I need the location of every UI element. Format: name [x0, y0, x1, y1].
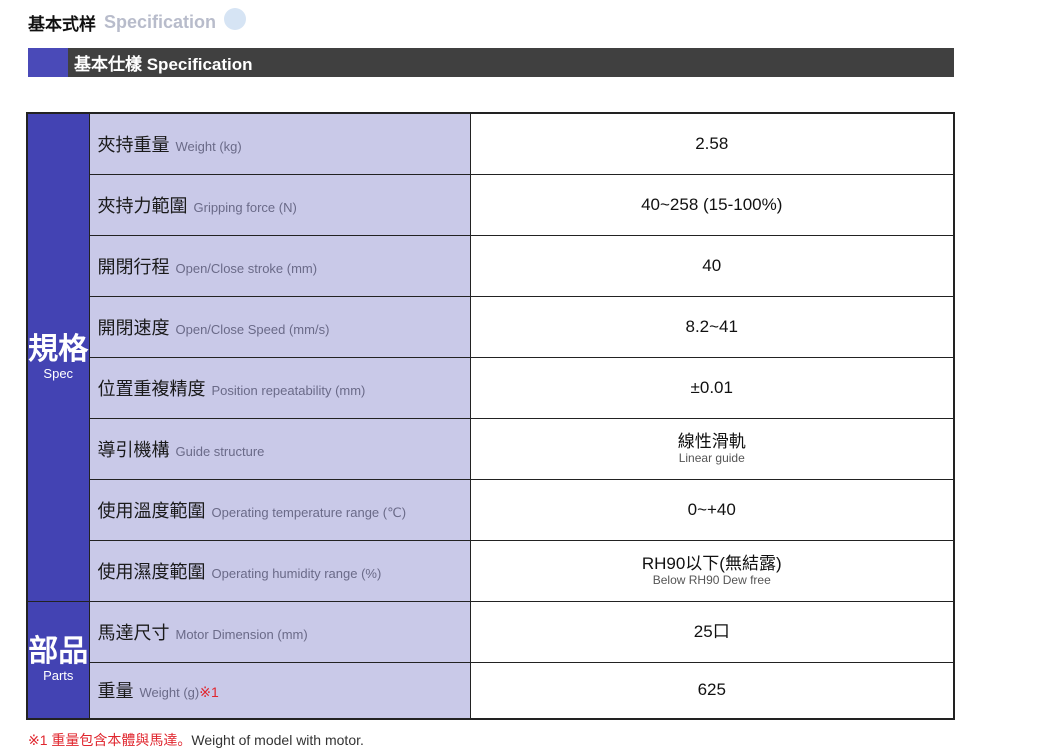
row-value-main: 25口: [693, 621, 730, 641]
page-heading-en: Specification: [104, 11, 217, 32]
row-label-en: Weight (g): [139, 685, 200, 701]
row-value: 線性滑軌 Linear guide: [469, 417, 955, 480]
footnote-zh: ※1 重量包含本體與馬達。: [28, 732, 192, 748]
footnote: ※1 重量包含本體與馬達。Weight of model with motor.: [28, 730, 364, 750]
row-label-en: Weight (kg): [175, 138, 242, 154]
row-label-zh: 馬達尺寸: [97, 622, 170, 643]
table-row: 開閉速度 Open/Close Speed (mm/s) 8.2~41: [27, 295, 955, 358]
table-row: 部品 Parts 馬達尺寸 Motor Dimension (mm) 25口: [26, 600, 955, 720]
row-value: 8.2~41: [469, 295, 955, 358]
row-value: 0~+40: [469, 478, 955, 541]
row-label: 位置重複精度 Position repeatability (mm): [88, 356, 471, 419]
table-row: 使用濕度範圍 Operating humidity range (%) RH90以…: [27, 539, 955, 602]
row-value-main: 線性滑軌: [677, 432, 746, 451]
row-value-main: 2.58: [695, 133, 729, 153]
row-label-zh: 開閉行程: [97, 256, 170, 277]
section-spec-en: Spec: [43, 365, 74, 381]
heading-dot-icon: [224, 8, 247, 30]
row-label: 使用溫度範圍 Operating temperature range (℃): [88, 478, 471, 541]
row-value: 25口: [469, 600, 955, 663]
row-label-en: Guide structure: [175, 443, 265, 459]
row-label-zh: 夾持重量: [97, 134, 170, 155]
table-row: 位置重複精度 Position repeatability (mm) ±0.01: [27, 356, 955, 419]
row-label-zh: 使用溫度範圍: [97, 500, 206, 521]
row-label-zh: 重量: [97, 681, 134, 702]
row-label: 夾持力範圍 Gripping force (N): [88, 173, 471, 236]
table-row: 使用溫度範圍 Operating temperature range (℃) 0~…: [27, 478, 955, 541]
row-value-main: 8.2~41: [685, 316, 738, 336]
section-parts: 部品 Parts: [26, 600, 90, 720]
row-label-en: Open/Close Speed (mm/s): [175, 321, 330, 337]
row-label: 夾持重量 Weight (kg): [88, 112, 471, 175]
row-value: ±0.01: [469, 356, 955, 419]
row-label-en: Operating temperature range (℃): [211, 504, 407, 520]
row-label-zh: 位置重複精度: [97, 378, 206, 399]
row-label-en: Gripping force (N): [193, 199, 297, 215]
section-banner: 基本仕樣 Specification: [28, 48, 954, 77]
row-value-main: 40~258 (15-100%): [641, 194, 783, 214]
banner-title: 基本仕樣 Specification: [74, 55, 253, 74]
row-label-en: Motor Dimension (mm): [175, 626, 308, 642]
section-spec-zh: 規格: [28, 332, 89, 366]
row-label-en: Position repeatability (mm): [211, 382, 366, 398]
row-value-sub: Linear guide: [678, 451, 745, 465]
row-label-en: Operating humidity range (%): [211, 565, 382, 581]
row-label-zh: 開閉速度: [97, 317, 170, 338]
page-heading-zh: 基本式样: [28, 14, 96, 34]
page-heading: 基本式样 Specification: [28, 8, 247, 36]
table-row: 夾持力範圍 Gripping force (N) 40~258 (15-100%): [27, 173, 955, 236]
row-label-zh: 使用濕度範圍: [97, 561, 206, 582]
section-parts-zh: 部品: [28, 635, 89, 669]
row-value-sub: Below RH90 Dew free: [652, 573, 771, 587]
row-value-main: RH90以下(無結露): [641, 554, 782, 573]
row-label: 馬達尺寸 Motor Dimension (mm): [88, 600, 471, 663]
banner-accent-swatch: [28, 48, 68, 77]
table-row: 規格 Spec 夾持重量 Weight (kg) 2.58: [26, 112, 955, 602]
footnote-en: Weight of model with motor.: [191, 732, 364, 748]
row-value-main: 40: [702, 255, 722, 275]
section-parts-en: Parts: [43, 668, 74, 684]
row-value: 2.58: [469, 112, 955, 175]
row-value: RH90以下(無結露) Below RH90 Dew free: [469, 539, 955, 602]
row-label-zh: 夾持力範圍: [97, 195, 188, 216]
row-label: 導引機構 Guide structure: [88, 417, 471, 480]
row-value-main: 625: [697, 680, 726, 700]
row-label: 開閉行程 Open/Close stroke (mm): [88, 234, 471, 297]
row-value: 625: [469, 661, 955, 720]
table-row: 導引機構 Guide structure 線性滑軌 Linear guide: [27, 417, 955, 480]
row-label: 使用濕度範圍 Operating humidity range (%): [88, 539, 471, 602]
row-label: 重量 Weight (g)※1: [88, 661, 471, 720]
row-value: 40: [469, 234, 955, 297]
row-label-zh: 導引機構: [97, 439, 170, 460]
table-row: 重量 Weight (g)※1 625: [27, 661, 955, 720]
spec-table: 規格 Spec 夾持重量 Weight (kg) 2.58 夾持力範圍 Grippi…: [26, 112, 955, 720]
row-label: 開閉速度 Open/Close Speed (mm/s): [88, 295, 471, 358]
table-row: 開閉行程 Open/Close stroke (mm) 40: [27, 234, 955, 297]
section-spec: 規格 Spec: [26, 112, 90, 602]
row-value-main: 0~+40: [687, 499, 736, 519]
row-value: 40~258 (15-100%): [469, 173, 955, 236]
footnote-mark: ※1: [199, 684, 219, 701]
row-value-main: ±0.01: [690, 377, 733, 397]
row-label-en: Open/Close stroke (mm): [175, 260, 318, 276]
